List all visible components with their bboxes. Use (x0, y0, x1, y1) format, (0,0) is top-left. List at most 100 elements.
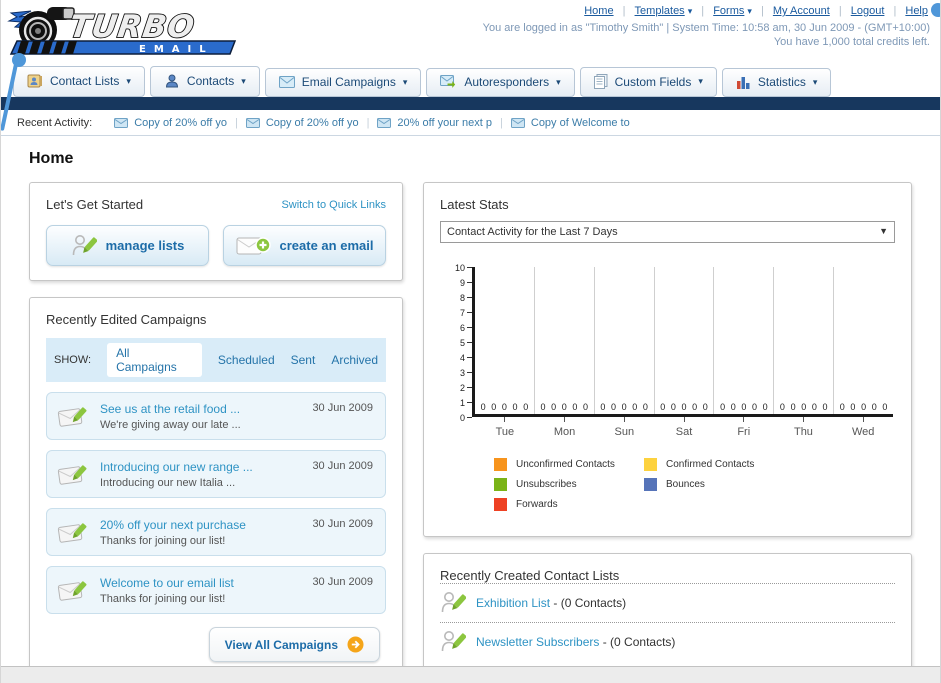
y-tick: 3 (444, 365, 472, 380)
filter-archived[interactable]: Archived (331, 353, 378, 367)
data-point-label: 0 (861, 402, 867, 412)
chevron-down-icon: ▾ (687, 6, 693, 16)
header-link-help[interactable]: Help (905, 5, 928, 17)
campaign-row: 20% off your next purchase Thanks for jo… (46, 508, 386, 556)
data-point-label: 0 (572, 402, 578, 412)
view-all-campaigns-button[interactable]: View All Campaigns (208, 627, 380, 662)
nav-tab-autoresponders[interactable]: Autoresponders ▾ (426, 68, 575, 97)
turbo-email-logo: TURBO EMAIL (7, 3, 239, 62)
campaign-subtitle: Thanks for joining our list! (100, 592, 226, 605)
filter-scheduled[interactable]: Scheduled (218, 353, 275, 367)
chart-legend: Unconfirmed Contacts Confirmed Contacts Un… (494, 458, 893, 518)
window-bottom-edge (1, 666, 940, 683)
manage-lists-button[interactable]: manage lists (46, 225, 209, 266)
data-point-label: 0 (850, 402, 856, 412)
data-point-label: 0 (811, 402, 817, 412)
app-window: TURBO EMAIL Home | Templates ▾ | Forms ▾ |… (0, 0, 941, 683)
contact-list-item: Newsletter Subscribers - (0 Contacts) (440, 622, 895, 661)
data-point-label: 0 (642, 402, 648, 412)
recent-activity-item: Copy of 20% off yo (114, 117, 227, 129)
recent-activity-label: Recent Activity: (17, 116, 93, 129)
recent-activity-link[interactable]: 20% off your next p (397, 117, 492, 129)
contact-list-link[interactable]: Exhibition List (476, 596, 550, 610)
recent-activity-link[interactable]: Copy of 20% off yo (134, 117, 227, 129)
y-tick: 9 (444, 275, 472, 290)
logo-wordmark: TURBO (67, 9, 197, 45)
stats-report-select[interactable]: Contact Activity for the Last 7 Days (440, 221, 895, 243)
legend-item: Unsubscribes (494, 478, 644, 491)
contact-list-item: Exhibition List - (0 Contacts) (440, 583, 895, 622)
recent-activity-bar: Recent Activity: Copy of 20% off yo | Co… (1, 110, 940, 136)
campaign-title-link[interactable]: See us at the retail food ... (100, 402, 241, 416)
envelope-pencil-icon (57, 580, 87, 601)
link-separator: | (701, 5, 705, 17)
chevron-down-icon: ▾ (556, 76, 561, 87)
person-icon (165, 74, 178, 88)
y-tick: 10 (444, 260, 472, 275)
envelope-icon (114, 117, 129, 128)
data-point-label: 0 (801, 402, 807, 412)
create-email-button[interactable]: create an email (223, 225, 386, 266)
nav-tab-email-campaigns[interactable]: Email Campaigns ▾ (264, 68, 422, 97)
data-point-label: 0 (501, 402, 507, 412)
y-tick: 1 (444, 395, 472, 410)
header-right: Home | Templates ▾ | Forms ▾ | My Account … (483, 5, 930, 48)
legend-item: Forwards (494, 498, 644, 511)
nav-tab-contact-lists[interactable]: Contact Lists ▾ (13, 66, 145, 97)
data-point-label: 0 (720, 402, 726, 412)
filter-sent[interactable]: Sent (291, 353, 316, 367)
recent-activity-item: Copy of 20% off yo (245, 117, 359, 129)
envelope-arrow-icon (440, 75, 456, 88)
bar-chart-icon (736, 77, 750, 89)
envelope-icon (245, 117, 260, 128)
x-tick: Tue (475, 417, 535, 440)
contact-list-link[interactable]: Newsletter Subscribers (476, 635, 599, 649)
chevron-down-icon: ▾ (747, 6, 752, 16)
header-link-logout[interactable]: Logout (851, 5, 885, 17)
header-link-forms[interactable]: Forms ▾ (713, 5, 752, 17)
campaign-title-link[interactable]: Welcome to our email list (100, 576, 234, 590)
data-point-label: 0 (670, 402, 676, 412)
main-navigation: Contact Lists ▾ Contacts ▾ Email Campaig… (1, 62, 940, 97)
switch-to-quick-links[interactable]: Switch to Quick Links (281, 199, 386, 211)
recent-activity-link[interactable]: Copy of Welcome to (531, 117, 630, 129)
nav-tab-label: Statistics (757, 75, 806, 89)
get-started-title: Let's Get Started (46, 197, 144, 212)
nav-tab-custom-fields[interactable]: Custom Fields ▾ (579, 67, 717, 97)
legend-item: Bounces (644, 478, 794, 491)
contact-list-count: - (0 Contacts) (553, 596, 627, 610)
header: TURBO EMAIL Home | Templates ▾ | Forms ▾ |… (1, 0, 940, 62)
nav-tab-label: Contact Lists (50, 74, 120, 88)
x-tick: Sat (654, 417, 714, 440)
legend-item: Unconfirmed Contacts (494, 458, 644, 471)
nav-tab-label: Autoresponders (464, 75, 550, 89)
annotation-dot (12, 53, 26, 67)
get-started-panel: Let's Get Started Switch to Quick Links (29, 182, 403, 281)
link-separator: | (893, 5, 897, 17)
nav-tab-statistics[interactable]: Statistics ▾ (721, 68, 832, 97)
recent-activity-item: Copy of Welcome to (510, 117, 630, 129)
legend-item: Confirmed Contacts (644, 458, 794, 471)
logo-subtext: EMAIL (139, 44, 214, 55)
nav-tab-contacts[interactable]: Contacts ▾ (149, 66, 260, 97)
campaign-row: See us at the retail food ... We're givi… (46, 392, 386, 440)
chevron-down-icon: ▾ (241, 75, 246, 86)
x-tick: Mon (535, 417, 595, 440)
header-link-templates[interactable]: Templates ▾ (635, 5, 693, 17)
recent-activity-link[interactable]: Copy of 20% off yo (266, 117, 359, 129)
credits-text: You have 1,000 total credits left. (773, 36, 930, 48)
recent-activity-item: 20% off your next p (377, 117, 492, 129)
header-link-my-account[interactable]: My Account (773, 5, 830, 17)
data-point-label: 0 (491, 402, 497, 412)
y-tick: 5 (444, 335, 472, 350)
data-point-label: 0 (822, 402, 828, 412)
campaign-title-link[interactable]: Introducing our new range ... (100, 460, 253, 474)
data-point-label: 0 (871, 402, 877, 412)
filter-all-campaigns[interactable]: All Campaigns (107, 343, 202, 377)
header-link-home[interactable]: Home (584, 5, 613, 17)
campaign-date: 30 Jun 2009 (312, 576, 373, 588)
campaigns-panel-title: Recently Edited Campaigns (46, 312, 207, 327)
data-point-label: 0 (762, 402, 768, 412)
y-tick: 6 (444, 320, 472, 335)
campaign-title-link[interactable]: 20% off your next purchase (100, 518, 246, 532)
